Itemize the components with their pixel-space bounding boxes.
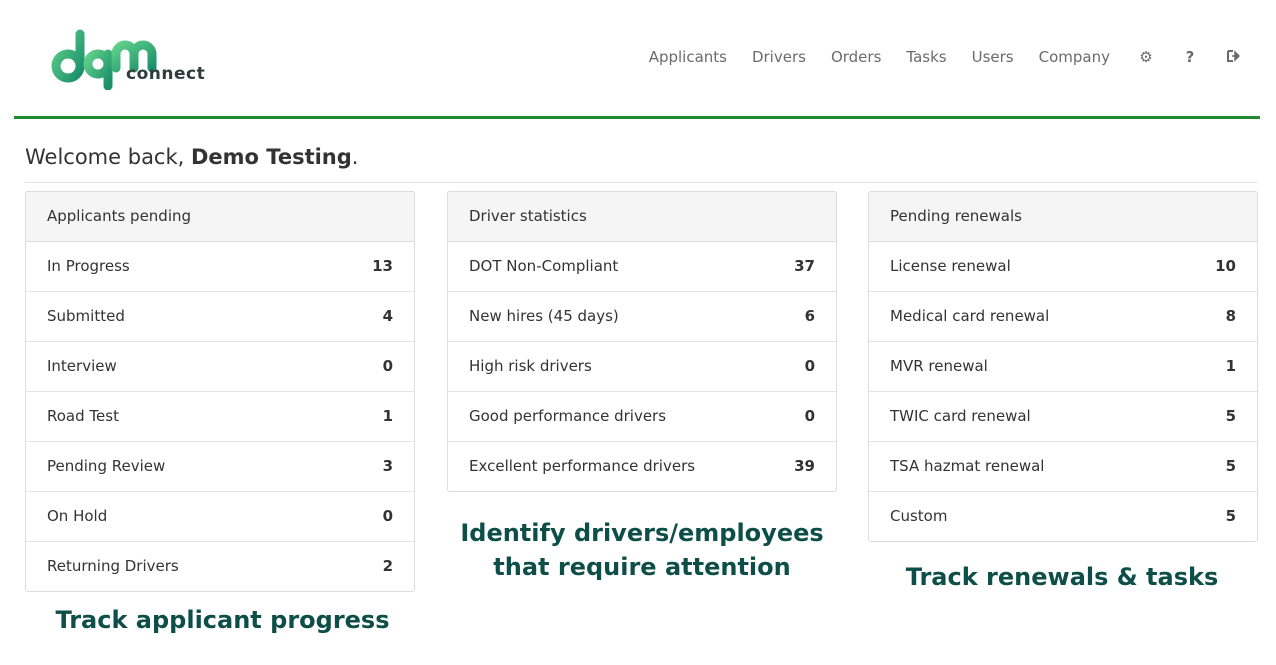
- row-label: Submitted: [47, 307, 125, 325]
- nav-applicants[interactable]: Applicants: [649, 48, 727, 66]
- top-header: connect Applicants Drivers Orders Tasks …: [14, 0, 1260, 119]
- caption-drivers-line1: Identify drivers/employees: [460, 519, 824, 547]
- row-count: 1: [1225, 357, 1236, 375]
- gear-icon[interactable]: ⚙: [1138, 48, 1154, 66]
- list-item[interactable]: Interview 0: [26, 342, 414, 392]
- nav-orders[interactable]: Orders: [831, 48, 881, 66]
- caption-renewals: Track renewals & tasks: [905, 563, 1219, 591]
- nav-users[interactable]: Users: [972, 48, 1014, 66]
- caption-applicants: Track applicant progress: [55, 606, 390, 634]
- driver-statistics-panel: Driver statistics DOT Non-Compliant 37 Ne…: [447, 191, 837, 492]
- list-item[interactable]: Medical card renewal 8: [869, 292, 1257, 342]
- help-icon[interactable]: ?: [1182, 48, 1198, 66]
- row-label: New hires (45 days): [469, 307, 619, 325]
- list-item[interactable]: Excellent performance drivers 39: [448, 442, 836, 491]
- list-item[interactable]: MVR renewal 1: [869, 342, 1257, 392]
- nav-tasks[interactable]: Tasks: [906, 48, 946, 66]
- caption-drivers-line2: that require attention: [493, 553, 791, 581]
- user-name: Demo Testing: [191, 145, 352, 169]
- row-count: 37: [794, 257, 815, 275]
- row-count: 5: [1225, 507, 1236, 525]
- list-item[interactable]: High risk drivers 0: [448, 342, 836, 392]
- list-item[interactable]: Returning Drivers 2: [26, 542, 414, 591]
- panel-title: Pending renewals: [869, 192, 1257, 242]
- list-item[interactable]: Pending Review 3: [26, 442, 414, 492]
- row-label: Custom: [890, 507, 948, 525]
- row-label: On Hold: [47, 507, 108, 525]
- row-label: Returning Drivers: [47, 557, 179, 575]
- row-count: 0: [804, 407, 815, 425]
- row-count: 10: [1215, 257, 1236, 275]
- welcome-prefix: Welcome back,: [25, 145, 191, 169]
- row-label: Interview: [47, 357, 117, 375]
- row-label: In Progress: [47, 257, 130, 275]
- row-label: Road Test: [47, 407, 119, 425]
- row-count: 1: [382, 407, 393, 425]
- row-count: 0: [382, 357, 393, 375]
- row-label: Pending Review: [47, 457, 166, 475]
- list-item[interactable]: Custom 5: [869, 492, 1257, 541]
- divider: [25, 182, 1258, 183]
- row-label: Medical card renewal: [890, 307, 1050, 325]
- row-count: 2: [382, 557, 393, 575]
- main-nav: Applicants Drivers Orders Tasks Users Co…: [624, 48, 1242, 66]
- list-item[interactable]: Good performance drivers 0: [448, 392, 836, 442]
- list-item[interactable]: License renewal 10: [869, 242, 1257, 292]
- row-count: 0: [382, 507, 393, 525]
- list-item[interactable]: Road Test 1: [26, 392, 414, 442]
- list-item[interactable]: New hires (45 days) 6: [448, 292, 836, 342]
- row-label: Excellent performance drivers: [469, 457, 696, 475]
- nav-drivers[interactable]: Drivers: [752, 48, 806, 66]
- logout-icon[interactable]: [1226, 48, 1242, 66]
- row-count: 13: [372, 257, 393, 275]
- row-count: 39: [794, 457, 815, 475]
- row-count: 3: [382, 457, 393, 475]
- list-item[interactable]: TSA hazmat renewal 5: [869, 442, 1257, 492]
- row-label: TWIC card renewal: [890, 407, 1031, 425]
- list-item[interactable]: Submitted 4: [26, 292, 414, 342]
- row-count: 6: [804, 307, 815, 325]
- nav-company[interactable]: Company: [1039, 48, 1110, 66]
- row-label: Good performance drivers: [469, 407, 667, 425]
- row-count: 5: [1225, 407, 1236, 425]
- panel-title: Applicants pending: [26, 192, 414, 242]
- row-label: TSA hazmat renewal: [890, 457, 1045, 475]
- dqm-connect-logo[interactable]: connect: [46, 24, 216, 91]
- row-count: 0: [804, 357, 815, 375]
- row-count: 5: [1225, 457, 1236, 475]
- row-count: 8: [1225, 307, 1236, 325]
- caption-drivers: Identify drivers/employees that require …: [447, 516, 837, 584]
- pending-renewals-panel: Pending renewals License renewal 10 Medic…: [868, 191, 1258, 542]
- welcome-suffix: .: [351, 145, 359, 169]
- logo-text: connect: [126, 64, 206, 84]
- applicants-pending-panel: Applicants pending In Progress 13 Submitt…: [25, 191, 415, 592]
- welcome-message: Welcome back, Demo Testing.: [25, 145, 358, 169]
- list-item[interactable]: In Progress 13: [26, 242, 414, 292]
- list-item[interactable]: On Hold 0: [26, 492, 414, 542]
- panel-title: Driver statistics: [448, 192, 836, 242]
- row-label: License renewal: [890, 257, 1011, 275]
- list-item[interactable]: TWIC card renewal 5: [869, 392, 1257, 442]
- row-label: High risk drivers: [469, 357, 592, 375]
- row-label: DOT Non-Compliant: [469, 257, 619, 275]
- row-count: 4: [382, 307, 393, 325]
- row-label: MVR renewal: [890, 357, 988, 375]
- list-item[interactable]: DOT Non-Compliant 37: [448, 242, 836, 292]
